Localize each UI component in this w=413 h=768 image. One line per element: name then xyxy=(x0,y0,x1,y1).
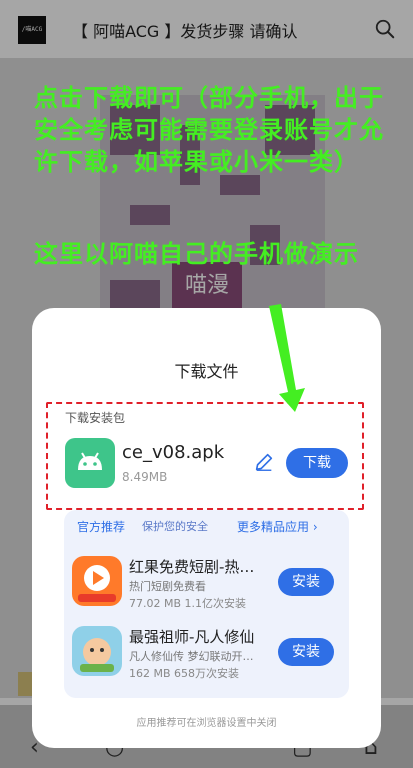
dialog-title: 下载文件 xyxy=(174,362,239,381)
app-name: 红果免费短剧-热… xyxy=(129,558,255,576)
more-apps-label: 更多精品应用 xyxy=(237,520,310,534)
list-item[interactable]: 红果免费短剧-热… 热门短剧免费看 77.02 MB 1.1亿次安装 安装 xyxy=(72,556,342,616)
list-item[interactable]: 最强祖师-凡人修仙 凡人修仙传 梦幻联动开… 162 MB 658万次安装 安装 xyxy=(72,626,342,686)
annotation-instruction: 点击下载即可（部分手机，出于安全考虑可能需要登录账号才允许下载，如苹果或小米一类… xyxy=(34,84,384,176)
install-button[interactable]: 安装 xyxy=(278,638,334,666)
download-button[interactable]: 下载 xyxy=(286,448,348,478)
pencil-icon[interactable] xyxy=(253,451,275,473)
app-desc: 热门短剧免费看 xyxy=(129,580,206,593)
download-dialog: 下载文件 下载安装包 ce_v08.apk 8.49MB 下载 官方推荐 保护您… xyxy=(32,308,381,748)
recommend-heading: 官方推荐 xyxy=(77,520,126,534)
android-icon xyxy=(65,438,115,488)
recommend-subheading: 保护您的安全 xyxy=(142,520,208,533)
chevron-right-icon: › xyxy=(312,520,318,534)
file-size: 8.49MB xyxy=(122,470,168,484)
install-button[interactable]: 安装 xyxy=(278,568,334,596)
app-icon-zushi xyxy=(72,626,122,676)
app-icon-hongguo xyxy=(72,556,122,606)
recommend-card: 官方推荐 保护您的安全 更多精品应用 › 红果免费短剧-热… 热门短剧免费看 7… xyxy=(64,510,349,698)
file-name: ce_v08.apk xyxy=(122,442,225,463)
app-desc: 凡人修仙传 梦幻联动开… xyxy=(129,650,254,663)
app-meta: 77.02 MB 1.1亿次安装 xyxy=(129,597,247,610)
app-name: 最强祖师-凡人修仙 xyxy=(129,628,255,646)
app-meta: 162 MB 658万次安装 xyxy=(129,667,240,680)
dialog-footer-note: 应用推荐可在浏览器设置中关闭 xyxy=(136,718,277,729)
annotation-demo-note: 这里以阿喵自己的手机做演示 xyxy=(34,240,359,268)
more-apps-link[interactable]: 更多精品应用 › xyxy=(237,518,318,535)
section-label: 下载安装包 xyxy=(65,411,126,425)
